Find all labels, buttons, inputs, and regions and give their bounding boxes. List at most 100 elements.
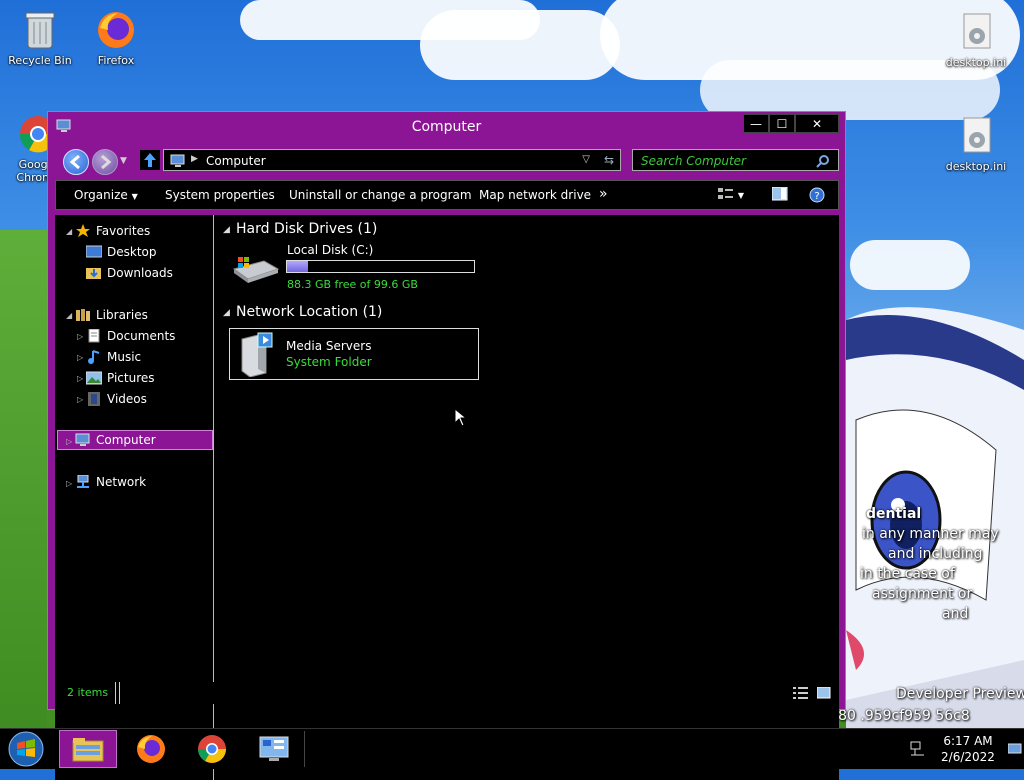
nav-label: Downloads	[107, 266, 173, 280]
expand-arrow-icon[interactable]: ▷	[66, 479, 72, 488]
desktop-icon-firefox[interactable]: Firefox	[78, 8, 154, 67]
forward-button[interactable]	[92, 149, 118, 175]
collapse-arrow-icon[interactable]: ◢	[66, 227, 72, 236]
expand-arrow-icon[interactable]: ▷	[77, 353, 83, 362]
minimize-button[interactable]: —	[743, 114, 769, 133]
media-servers-type: System Folder	[286, 355, 372, 369]
expand-arrow-icon[interactable]: ▷	[77, 374, 83, 383]
help-button[interactable]: ?	[809, 187, 825, 206]
media-servers-tile[interactable]: Media Servers System Folder	[229, 328, 479, 380]
svg-text:?: ?	[814, 191, 819, 202]
group-header-network-location[interactable]: Network Location (1)	[236, 304, 382, 320]
show-desktop-button[interactable]	[1007, 733, 1022, 765]
close-button[interactable]: ✕	[795, 114, 839, 133]
nav-item-favorites[interactable]: Favorites	[75, 221, 150, 241]
more-commands-button[interactable]: »	[599, 186, 608, 202]
back-button[interactable]	[63, 149, 89, 175]
libraries-icon	[75, 308, 91, 322]
settings-file-icon	[954, 10, 998, 54]
search-box[interactable]: Search Computer	[632, 149, 839, 171]
refresh-icon[interactable]: ⇆	[604, 153, 614, 167]
collapse-arrow-icon[interactable]: ◢	[66, 311, 72, 320]
taskbar-explorer-button[interactable]	[59, 730, 117, 768]
nav-item-documents[interactable]: Documents	[86, 326, 175, 346]
preview-pane-button[interactable]	[771, 186, 788, 204]
taskbar-chrome-button[interactable]	[183, 730, 241, 768]
search-icon[interactable]	[816, 154, 830, 168]
nav-item-network[interactable]: Network	[75, 472, 146, 492]
group-collapse-icon[interactable]: ◢	[223, 225, 230, 235]
nav-item-music[interactable]: Music	[86, 347, 141, 367]
nav-item-videos[interactable]: Videos	[86, 389, 147, 409]
pictures-icon	[85, 371, 103, 385]
folder-icon	[72, 738, 104, 762]
address-history-dropdown[interactable]: ▽	[582, 154, 590, 165]
nav-item-downloads[interactable]: Downloads	[86, 263, 173, 283]
system-properties-button[interactable]: System properties	[165, 188, 275, 202]
address-bar[interactable]: ▶ Computer ▽ ⇆	[163, 149, 621, 171]
navigation-bar: ▼ ▶ Computer ▽ ⇆ Search Computer	[48, 148, 845, 175]
show-desktop-icon	[1007, 743, 1022, 754]
desktop-icon-label: desktop.ini	[945, 56, 1007, 69]
nav-item-desktop[interactable]: Desktop	[85, 242, 157, 262]
uninstall-program-button[interactable]: Uninstall or change a program	[289, 188, 472, 202]
command-bar: Organize ▼ System properties Uninstall o…	[55, 180, 839, 210]
network-icon	[75, 474, 91, 489]
taskbar-firefox-button[interactable]	[122, 730, 180, 768]
computer-icon	[170, 154, 185, 167]
status-separator	[115, 682, 120, 704]
clock[interactable]: 6:17 AM 2/6/2022	[930, 733, 1006, 765]
music-note-icon	[86, 350, 102, 364]
status-bar: 2 items	[55, 682, 839, 704]
up-button[interactable]	[140, 150, 160, 170]
desktop-icon-desktop-ini-2[interactable]: desktop.ini	[938, 114, 1014, 173]
desktop-icon-label: Recycle Bin	[8, 54, 72, 67]
recent-pages-dropdown[interactable]: ▼	[120, 156, 127, 166]
address-path: Computer	[206, 154, 266, 168]
maximize-button[interactable]: ☐	[769, 114, 795, 133]
breadcrumb-separator-icon: ▶	[191, 154, 198, 164]
watermark-line: Developer Preview	[896, 686, 1024, 702]
taskbar-control-panel-button[interactable]	[245, 730, 303, 768]
nav-label: Network	[96, 475, 147, 489]
desktop-icon-recycle-bin[interactable]: Recycle Bin	[2, 8, 78, 67]
nav-item-pictures[interactable]: Pictures	[85, 368, 155, 388]
expand-arrow-icon[interactable]: ▷	[77, 395, 83, 404]
drive-usage-fill	[287, 261, 308, 272]
drive-tile-local-disk[interactable]: Local Disk (C:) 88.3 GB free of 99.6 GB	[230, 243, 480, 293]
group-header-hard-disks[interactable]: Hard Disk Drives (1)	[236, 221, 377, 237]
drive-free-space: 88.3 GB free of 99.6 GB	[287, 278, 418, 291]
watermark-line: in the case of	[860, 566, 955, 582]
title-bar[interactable]: Computer — ☐ ✕	[48, 112, 845, 142]
expand-arrow-icon[interactable]: ▷	[66, 437, 72, 446]
nav-item-libraries[interactable]: Libraries	[75, 305, 148, 325]
videos-icon	[86, 392, 102, 406]
organize-menu[interactable]: Organize ▼	[74, 188, 138, 202]
windows-logo-icon	[8, 731, 44, 767]
start-button[interactable]	[4, 731, 48, 767]
chrome-icon	[198, 735, 226, 763]
expand-arrow-icon[interactable]: ▷	[77, 332, 83, 341]
media-server-icon	[241, 332, 273, 377]
firefox-icon	[94, 8, 138, 52]
large-icons-view-icon[interactable]	[817, 687, 831, 699]
taskbar: 6:17 AM 2/6/2022	[0, 728, 1024, 769]
clock-date: 2/6/2022	[941, 750, 995, 764]
view-list-icon	[718, 188, 733, 199]
chevron-down-icon: ▼	[737, 191, 744, 200]
map-network-drive-button[interactable]: Map network drive	[479, 188, 591, 202]
group-collapse-icon[interactable]: ◢	[223, 308, 230, 318]
media-servers-name: Media Servers	[286, 339, 372, 353]
caption-buttons: — ☐ ✕	[743, 114, 839, 134]
details-view-icon[interactable]	[793, 687, 809, 699]
view-options-button[interactable]: ▼	[718, 187, 744, 204]
back-arrow-icon	[69, 154, 80, 170]
watermark-line: dential	[866, 506, 922, 522]
desktop-icon-label: desktop.ini	[945, 160, 1007, 173]
network-tray-icon[interactable]	[910, 741, 926, 757]
nav-label: Libraries	[96, 308, 148, 322]
explorer-window: Computer — ☐ ✕ ▼ ▶ Computer ▽ ⇆ Search C…	[47, 111, 846, 780]
nav-item-computer[interactable]: Computer	[75, 430, 156, 450]
desktop-icon	[85, 245, 103, 259]
desktop-icon-desktop-ini-1[interactable]: desktop.ini	[938, 10, 1014, 69]
